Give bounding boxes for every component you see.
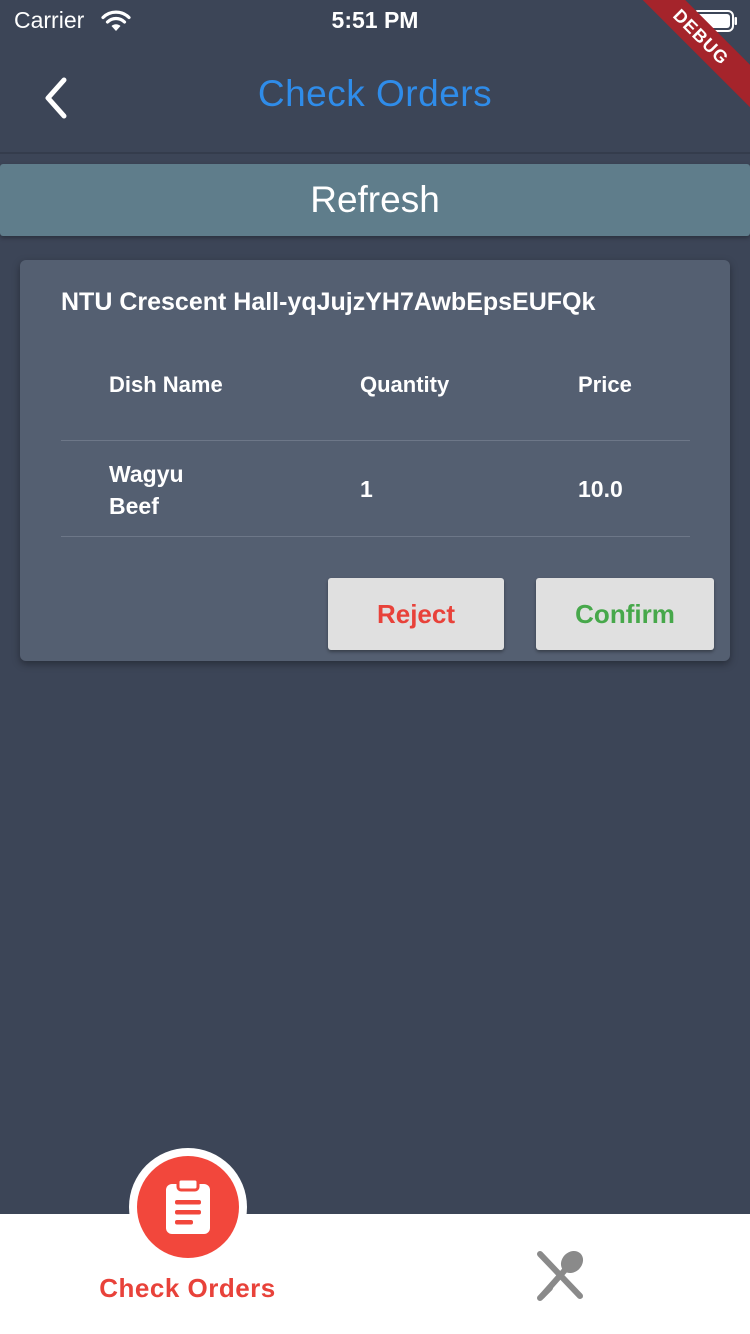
nav-item-dishes[interactable] [532,1246,594,1308]
order-card: NTU Crescent Hall-yqJujzYH7AwbEpsEUFQk D… [20,260,730,661]
reject-button[interactable]: Reject [328,578,504,650]
table-divider [61,440,690,441]
nav-item-check-orders[interactable] [137,1156,239,1258]
fork-spoon-icon [537,1250,584,1301]
price-cell: 10.0 [578,476,623,502]
column-header-dish-name: Dish Name [109,372,223,397]
dish-name-cell: Wagyu Beef [109,461,184,519]
column-header-quantity: Quantity [360,372,450,397]
table-divider [61,536,690,537]
order-title: NTU Crescent Hall-yqJujzYH7AwbEpsEUFQk [61,288,596,316]
confirm-button[interactable]: Confirm [536,578,714,650]
page-title: Check Orders [257,73,493,114]
clipboard-icon [166,1178,210,1234]
quantity-cell: 1 [360,476,373,502]
column-header-price: Price [578,372,632,397]
app-bar: Check Orders [0,40,750,154]
refresh-button[interactable]: Refresh [0,164,750,236]
nav-label-check-orders[interactable]: Check Orders [0,1273,375,1304]
